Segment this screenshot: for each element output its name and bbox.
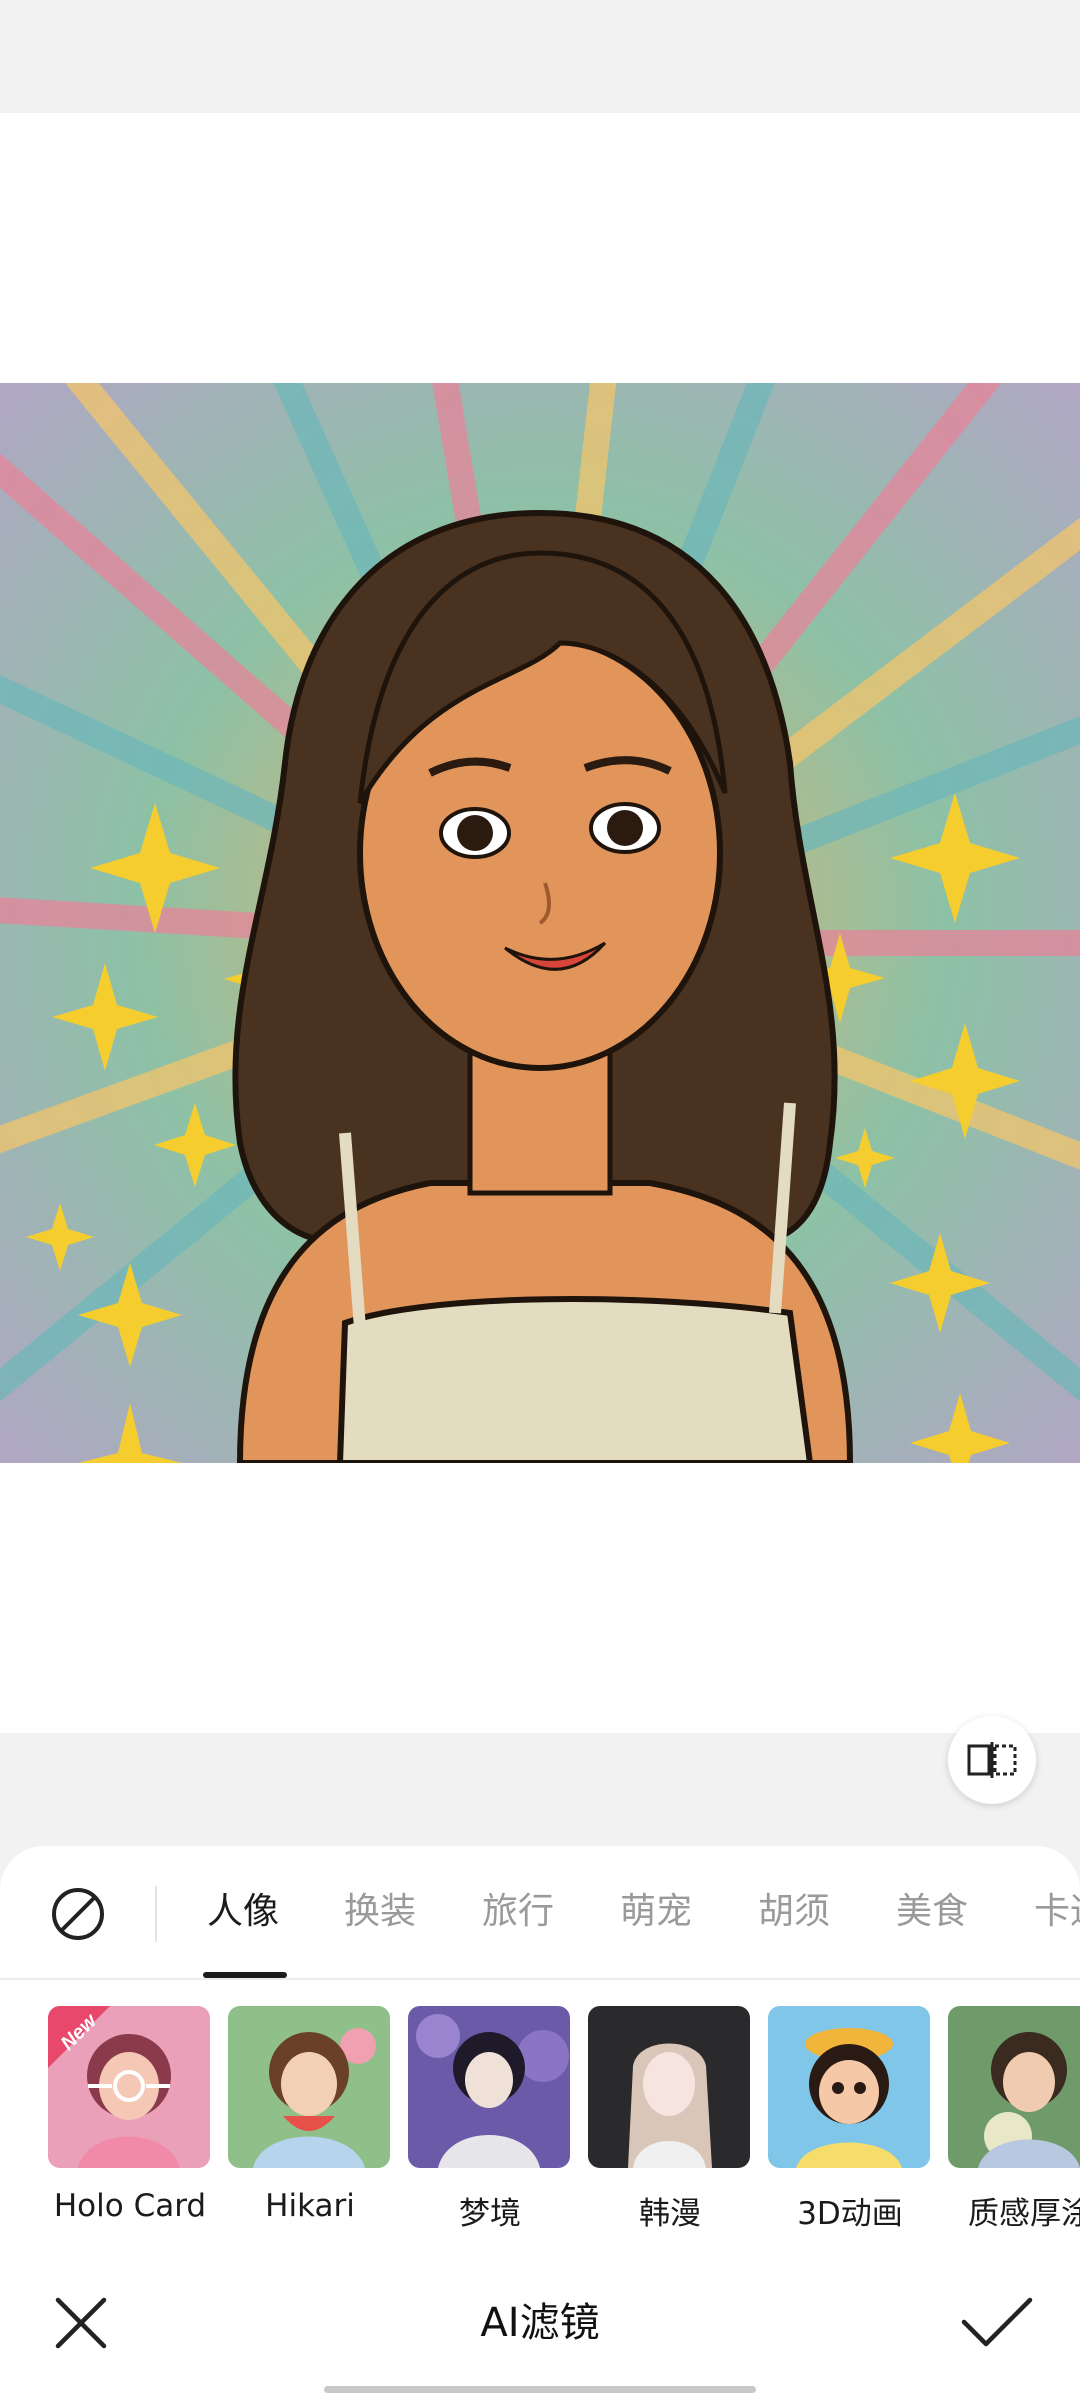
bottom-action-bar: AI滤镜 (0, 2268, 1080, 2378)
category-tabs: 人像 换装 旅行 萌宠 胡须 美食 卡通 (0, 1846, 1080, 1980)
filter-list: New Holo Card Hikari 梦境 韩漫 3D动画 质感厚涂 (0, 2006, 1080, 2266)
no-filter-button[interactable] (50, 1886, 106, 1942)
filter-label: 质感厚涂 (968, 2196, 1080, 2232)
compare-button[interactable] (948, 1716, 1036, 1804)
tab-beard[interactable]: 胡须 (758, 1882, 830, 1942)
new-badge: New (48, 2006, 118, 2076)
filter-item-korean-comic[interactable]: 韩漫 (588, 2006, 752, 2232)
filter-label: Holo Card (53, 2188, 207, 2224)
tab-cartoon[interactable]: 卡通 (1034, 1882, 1080, 1942)
filter-item-hikari[interactable]: Hikari (228, 2006, 392, 2224)
filter-thumbnail (588, 2006, 750, 2168)
close-icon (55, 2297, 107, 2349)
filter-label: 梦境 (459, 2196, 521, 2232)
filter-item-3d-animation[interactable]: 3D动画 (768, 2006, 932, 2232)
filter-item-holo-card[interactable]: New Holo Card (48, 2006, 212, 2224)
image-canvas (0, 113, 1080, 1733)
close-button[interactable] (50, 2292, 112, 2354)
preview-image (0, 383, 1080, 1463)
status-bar-area (0, 0, 1080, 113)
filter-item-textured-paint[interactable]: 质感厚涂 (948, 2006, 1080, 2232)
active-tab-indicator (203, 1972, 287, 1978)
filter-thumbnail: New (48, 2006, 210, 2168)
filter-thumbnail (948, 2006, 1080, 2168)
tab-travel[interactable]: 旅行 (482, 1882, 554, 1942)
tab-food[interactable]: 美食 (896, 1882, 968, 1942)
filter-label: 韩漫 (639, 2196, 701, 2232)
tab-portrait[interactable]: 人像 (207, 1882, 279, 1942)
filter-label: 3D动画 (797, 2196, 903, 2232)
filter-thumbnail (228, 2006, 390, 2168)
tab-pets[interactable]: 萌宠 (620, 1882, 692, 1942)
no-filter-icon (52, 1888, 104, 1940)
checkmark-icon (961, 2297, 1033, 2347)
filter-thumbnail (768, 2006, 930, 2168)
tabs-divider (155, 1886, 157, 1942)
filter-item-dreamland[interactable]: 梦境 (408, 2006, 572, 2232)
tab-outfit[interactable]: 换装 (344, 1882, 416, 1942)
compare-split-icon (967, 1742, 1017, 1778)
confirm-button[interactable] (960, 2292, 1034, 2354)
page-title: AI滤镜 (480, 2300, 600, 2346)
filter-thumbnail (408, 2006, 570, 2168)
home-indicator (324, 2386, 756, 2393)
filter-label: Hikari (265, 2188, 355, 2224)
